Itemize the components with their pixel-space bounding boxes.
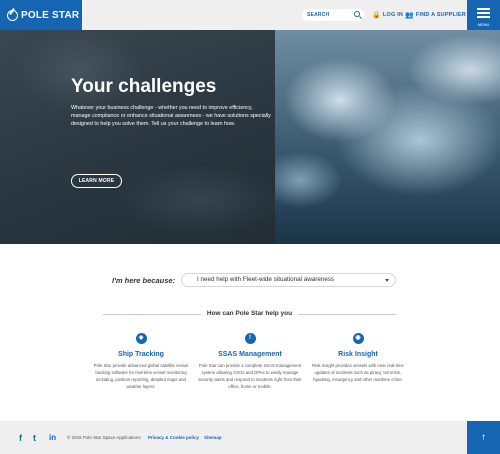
site-header: POLE STAR SEARCH 🔒 LOG IN 👥 FIND A SUPPL… bbox=[0, 0, 500, 30]
privacy-link[interactable]: Privacy & Cookie policy bbox=[148, 435, 199, 440]
feature-title[interactable]: Ship Tracking bbox=[81, 351, 201, 358]
feature-title[interactable]: SSAS Management bbox=[190, 351, 310, 358]
site-footer: f t in © 2016 Pole Star Space Applicatio… bbox=[0, 421, 500, 454]
feature-ship-tracking: ◆ Ship Tracking Pole Star provide advanc… bbox=[81, 333, 201, 390]
search-icon[interactable] bbox=[354, 11, 360, 17]
how-title: How can Pole Star help you bbox=[206, 310, 293, 317]
feature-ssas-management: ! SSAS Management Pole Star can provide … bbox=[190, 333, 310, 390]
challenge-select[interactable]: I need help with Fleet-wide situational … bbox=[181, 273, 396, 287]
linkedin-icon[interactable]: in bbox=[49, 433, 56, 442]
menu-label: MENU bbox=[477, 22, 490, 27]
search-input[interactable]: SEARCH bbox=[302, 9, 364, 21]
divider-left bbox=[103, 314, 201, 315]
copyright-text: © 2016 Pole Star Space Applications bbox=[67, 435, 141, 440]
people-icon: 👥 bbox=[405, 12, 414, 19]
ship-icon: ◆ bbox=[135, 333, 147, 344]
eye-icon: ◉ bbox=[352, 333, 364, 344]
back-to-top-button[interactable]: ↑ bbox=[467, 421, 500, 454]
divider-right bbox=[298, 314, 396, 315]
arrow-up-icon: ↑ bbox=[481, 432, 486, 443]
menu-button[interactable]: MENU bbox=[467, 0, 500, 30]
hero-dark-panel bbox=[0, 30, 275, 244]
feature-title[interactable]: Risk Insight bbox=[298, 351, 418, 358]
challenge-select-value: I need help with Fleet-wide situational … bbox=[197, 276, 335, 283]
alert-icon: ! bbox=[244, 333, 256, 344]
find-supplier-link[interactable]: 👥 FIND A SUPPLIER bbox=[405, 11, 466, 19]
learn-more-button[interactable]: LEARN MORE bbox=[71, 174, 122, 188]
sitemap-link[interactable]: Sitemap bbox=[204, 435, 222, 440]
login-link[interactable]: 🔒 LOG IN bbox=[372, 11, 403, 19]
logo[interactable]: POLE STAR bbox=[0, 0, 82, 30]
pole-star-logo-icon bbox=[7, 9, 18, 21]
hamburger-icon bbox=[477, 8, 490, 20]
find-supplier-label: FIND A SUPPLIER bbox=[415, 12, 466, 18]
feature-text: Risk Insight provides vessels with near … bbox=[312, 363, 404, 382]
hero-text: Whatever your business challenge - wheth… bbox=[71, 105, 271, 128]
lock-icon: 🔒 bbox=[372, 12, 381, 19]
hero-banner: Your challenges Whatever your business c… bbox=[0, 30, 500, 244]
login-label: LOG IN bbox=[382, 12, 404, 18]
here-because-label: I'm here because: bbox=[112, 276, 176, 285]
facebook-icon[interactable]: f bbox=[19, 433, 22, 443]
logo-text: POLE STAR bbox=[21, 9, 80, 21]
hero-title: Your challenges bbox=[71, 76, 217, 97]
feature-text: Pole Star provide advanced global satell… bbox=[93, 363, 189, 389]
feature-text: Pole Star can provide a complete SSAS ma… bbox=[198, 363, 302, 389]
twitter-icon[interactable]: t bbox=[33, 433, 36, 443]
feature-risk-insight: ◉ Risk Insight Risk Insight provides ves… bbox=[298, 333, 418, 383]
chevron-down-icon bbox=[385, 279, 389, 282]
search-placeholder: SEARCH bbox=[307, 12, 330, 18]
